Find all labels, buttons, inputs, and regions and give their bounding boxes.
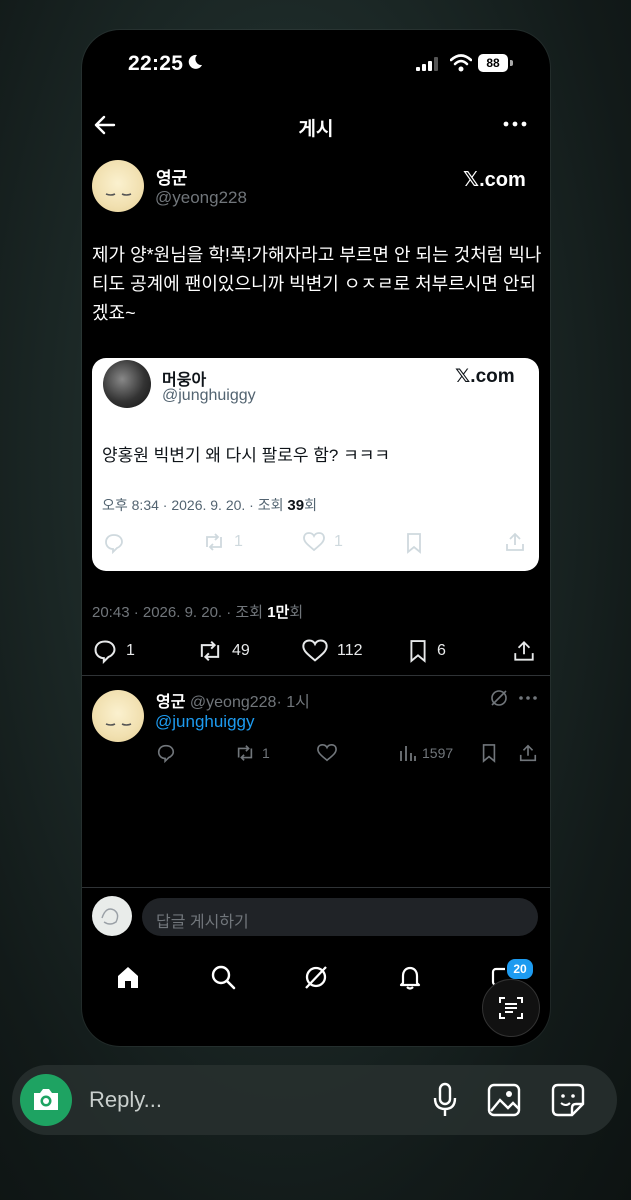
- like-count: 112: [337, 642, 363, 659]
- divider: [82, 675, 550, 676]
- repost-icon: [200, 640, 220, 662]
- reply-author-avatar[interactable]: [92, 690, 144, 742]
- author-handle[interactable]: @yeong228: [155, 188, 247, 208]
- messages-badge: 20: [505, 957, 535, 981]
- author-name[interactable]: 영군: [156, 164, 187, 189]
- quoted-author-avatar[interactable]: [103, 360, 151, 408]
- quoted-meta-date: 오후 8:34 · 2026. 9. 20. · 조회: [102, 497, 288, 513]
- author-avatar[interactable]: [92, 160, 144, 212]
- grok-icon[interactable]: [302, 963, 330, 991]
- page-title: 게시: [298, 119, 334, 140]
- repost-icon: [206, 533, 222, 551]
- post-meta-suffix: 회: [289, 604, 304, 621]
- analytics-icon: [400, 746, 416, 761]
- x-logo: 𝕏.com: [455, 366, 515, 387]
- reply-views-count: 1597: [422, 745, 454, 761]
- quoted-like-action[interactable]: 1: [302, 531, 343, 553]
- divider: [82, 887, 550, 888]
- home-icon[interactable]: [114, 963, 142, 991]
- repost-icon: [237, 745, 253, 761]
- repost-count: 49: [232, 642, 250, 659]
- post-text: 제가 양*원님을 학!폭!가해자라고 부르면 안 되는 것처럼 빅나티도 공계에…: [92, 245, 542, 323]
- share-icon[interactable]: [512, 638, 536, 664]
- grok-icon[interactable]: [489, 688, 509, 708]
- quoted-post-meta: 오후 8:34 · 2026. 9. 20. · 조회 39회: [102, 495, 317, 515]
- bookmark-icon: [410, 640, 426, 663]
- status-time: 22:25: [128, 52, 184, 75]
- heart-icon: [302, 639, 328, 662]
- bookmark-count: 6: [437, 642, 446, 659]
- notifications-icon[interactable]: [396, 963, 424, 991]
- reply-input-placeholder[interactable]: Reply...: [89, 1087, 162, 1113]
- post-meta-date: 20:43 · 2026. 9. 20. · 조회: [92, 604, 268, 621]
- search-icon[interactable]: [209, 963, 237, 991]
- bookmark-icon[interactable]: [404, 532, 424, 554]
- more-icon[interactable]: [518, 690, 538, 706]
- post-meta-views: 1만: [267, 604, 290, 621]
- wifi-icon: [450, 54, 472, 72]
- message-reply-bar[interactable]: Reply...: [12, 1065, 617, 1135]
- reply-count: 1: [126, 642, 135, 659]
- battery-indicator: 88: [478, 54, 508, 72]
- reply-icon[interactable]: [156, 743, 176, 763]
- heart-icon: [303, 532, 325, 552]
- quoted-meta-suffix: 회: [304, 497, 317, 513]
- reply-mention-link[interactable]: @junghuiggy: [155, 712, 255, 732]
- reply-views-action[interactable]: 1597: [398, 743, 453, 763]
- text-scan-icon: [499, 997, 523, 1019]
- signal-icon: [416, 57, 438, 71]
- camera-icon: [34, 1089, 58, 1110]
- reply-repost-count: 1: [262, 745, 270, 761]
- quoted-meta-views: 39: [287, 497, 305, 514]
- reply-composer-placeholder: 답글 게시하기: [156, 914, 249, 931]
- sleepy-face-icon: [105, 193, 132, 196]
- camera-button[interactable]: [20, 1074, 72, 1126]
- reply-author-handle[interactable]: @yeong228: [190, 694, 277, 711]
- quoted-like-count: 1: [334, 533, 343, 550]
- bookmark-action[interactable]: 6: [407, 638, 446, 664]
- gallery-icon[interactable]: [486, 1082, 522, 1118]
- reply-icon: [94, 640, 116, 664]
- x-logo: 𝕏.com: [463, 169, 526, 191]
- quoted-repost-count: 1: [234, 533, 243, 550]
- quoted-action-bar: 1 1: [92, 529, 539, 557]
- quoted-post-text: 양홍원 빅변기 왜 다시 팔로우 함? ㅋㅋㅋ: [102, 446, 391, 465]
- avatar-doodle-icon: [101, 908, 119, 925]
- post-meta: 20:43 · 2026. 9. 20. · 조회 1만회: [92, 601, 303, 622]
- reply-repost-action[interactable]: 1: [234, 743, 270, 763]
- reply-author-name[interactable]: 영군: [156, 694, 185, 711]
- battery-tip: [510, 60, 513, 66]
- user-avatar[interactable]: [92, 896, 132, 936]
- reply-header: 영군 @yeong228· 1시: [156, 688, 310, 712]
- reply-icon[interactable]: [103, 532, 125, 554]
- quoted-repost-action[interactable]: 1: [202, 531, 243, 553]
- moon-icon: [188, 54, 202, 69]
- more-icon[interactable]: [500, 114, 530, 134]
- share-icon[interactable]: [504, 531, 526, 553]
- quoted-post-card[interactable]: 머웅아 @junghuiggy 𝕏.com 양홍원 빅변기 왜 다시 팔로우 함…: [92, 358, 539, 571]
- quoted-author-handle: @junghuiggy: [162, 387, 256, 404]
- repost-action[interactable]: 49: [196, 638, 250, 664]
- reply-action[interactable]: 1: [92, 638, 135, 664]
- screenshot-scan-button[interactable]: [482, 979, 540, 1037]
- reply-time: · 1시: [276, 694, 310, 711]
- like-action[interactable]: 112: [301, 638, 363, 664]
- reply-composer-input[interactable]: 답글 게시하기: [142, 898, 538, 936]
- microphone-icon[interactable]: [430, 1082, 460, 1118]
- sleepy-face-icon: [105, 723, 132, 726]
- share-icon[interactable]: [518, 743, 538, 763]
- bookmark-icon[interactable]: [480, 743, 498, 763]
- phone-screen: 22:25 88 게시 영군 @yeong228 𝕏.com 제가 양*원님을 …: [82, 30, 550, 1046]
- sticker-icon[interactable]: [550, 1082, 586, 1118]
- heart-icon[interactable]: [316, 743, 338, 763]
